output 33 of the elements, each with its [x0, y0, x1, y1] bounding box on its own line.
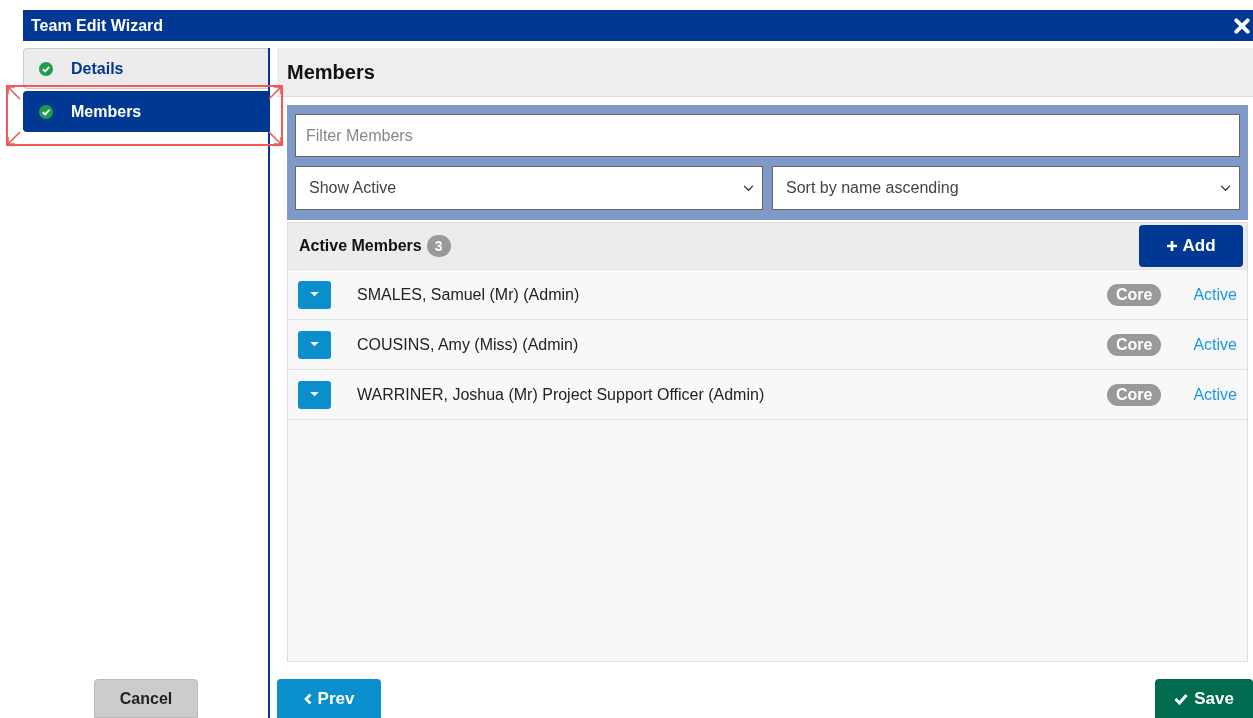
expand-button[interactable]	[298, 280, 331, 309]
check-circle-icon	[39, 104, 53, 119]
window-title: Team Edit Wizard	[31, 16, 164, 35]
sort-dropdown[interactable]: Sort by name ascending	[772, 166, 1240, 210]
tag: Core	[1106, 333, 1162, 356]
chevron-down-icon	[743, 184, 754, 192]
close-icon[interactable]	[1234, 17, 1250, 34]
save-button[interactable]: Save	[1155, 679, 1253, 718]
caret-icon	[310, 392, 319, 397]
prev-button[interactable]: Prev	[277, 679, 381, 718]
add-button[interactable]: Add	[1139, 225, 1243, 267]
plus-icon	[1166, 240, 1179, 252]
wizard-step[interactable]: Members	[23, 91, 268, 132]
filter-field[interactable]: Filter Members	[295, 114, 1240, 157]
member-count: 3	[426, 235, 451, 257]
list-title: Active Members	[299, 237, 422, 255]
member-name: COUSINS, Amy (Miss) (Admin)	[357, 335, 580, 354]
tag: Core	[1106, 283, 1162, 306]
member-name: WARRINER, Joshua (Mr) Project Support Officer (Admin)	[357, 385, 766, 404]
chevron-down-icon	[1220, 184, 1231, 192]
member-name: SMALES, Samuel (Mr) (Admin)	[357, 285, 581, 304]
caret-icon	[310, 342, 319, 347]
panel-title: Members	[287, 60, 375, 84]
expand-button[interactable]	[298, 330, 331, 359]
caret-icon	[310, 292, 319, 297]
chevron-left-icon	[303, 692, 312, 705]
wizard-step[interactable]: Details	[23, 48, 268, 89]
cancel-button[interactable]: Cancel	[94, 679, 198, 718]
check-circle-icon	[39, 61, 53, 76]
show-dropdown[interactable]: Show Active	[295, 166, 763, 210]
tag: Core	[1106, 383, 1162, 406]
expand-button[interactable]	[298, 380, 331, 409]
check-icon	[1174, 692, 1189, 705]
